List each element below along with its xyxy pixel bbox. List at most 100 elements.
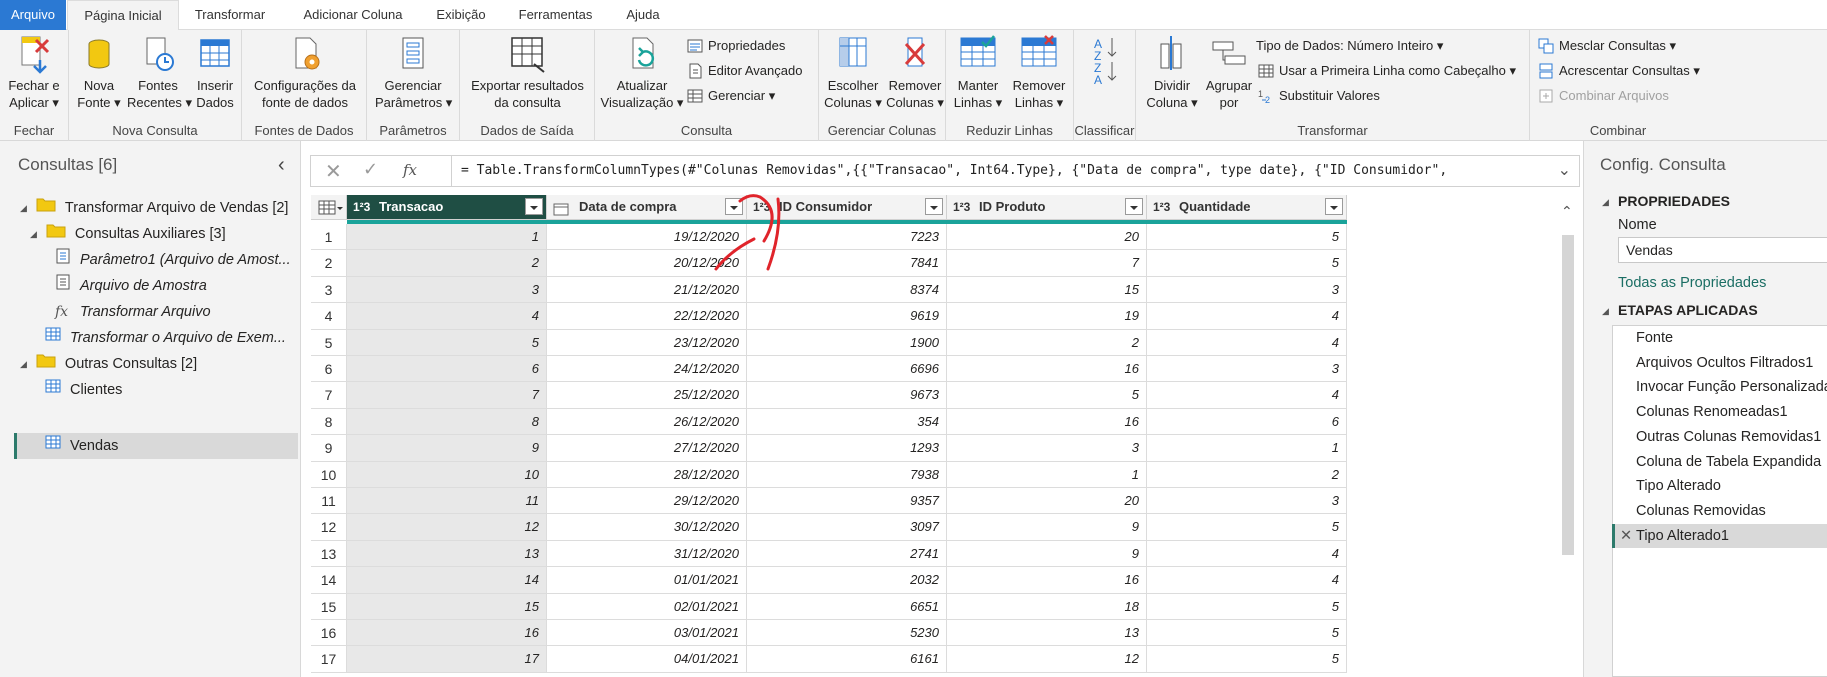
append-queries-button[interactable]: Acrescentar Consultas ▾ [1538, 60, 1700, 82]
scrollbar-thumb[interactable] [1562, 235, 1574, 555]
table-cell[interactable]: 4 [1147, 329, 1347, 356]
row-number[interactable]: 10 [311, 461, 347, 488]
table-cell[interactable]: 4 [1147, 540, 1347, 568]
table-row[interactable]: 17 17 04/01/2021 6161 12 5 [311, 646, 1347, 673]
filter-dropdown-icon[interactable] [525, 198, 543, 215]
table-cell[interactable]: 6696 [747, 356, 947, 383]
table-row[interactable]: 15 15 02/01/2021 6651 18 5 [311, 593, 1347, 620]
table-cell[interactable]: 2741 [747, 540, 947, 568]
table-cell[interactable]: 1293 [747, 435, 947, 462]
scroll-up-icon[interactable]: ⌃ [1561, 203, 1573, 220]
table-cell[interactable]: 1 [347, 224, 547, 251]
table-cell[interactable]: 354 [747, 408, 947, 436]
filter-dropdown-icon[interactable] [925, 198, 943, 215]
row-number[interactable]: 14 [311, 567, 347, 594]
table-cell[interactable]: 20 [947, 488, 1147, 515]
merge-queries-button[interactable]: Mesclar Consultas ▾ [1538, 35, 1676, 57]
row-number[interactable]: 2 [311, 250, 347, 277]
table-row[interactable]: 4 4 22/12/2020 9619 19 4 [311, 303, 1347, 330]
step-renamed-columns[interactable]: Colunas Renomeadas1 [1612, 400, 1827, 425]
table-cell[interactable]: 9619 [747, 303, 947, 330]
all-properties-link[interactable]: Todas as Propriedades [1618, 275, 1766, 291]
table-cell[interactable]: 6651 [747, 593, 947, 620]
table-cell[interactable]: 9 [347, 435, 547, 462]
remove-columns-button[interactable]: Remover Colunas ▾ [885, 34, 945, 111]
column-header-id-produto[interactable]: 1²3 ID Produto [947, 195, 1147, 220]
step-changed-type-1[interactable]: ✕ Tipo Alterado1 [1612, 523, 1827, 549]
row-number[interactable]: 16 [311, 620, 347, 647]
table-cell[interactable]: 24/12/2020 [547, 356, 747, 383]
tab-view[interactable]: Exibição [428, 0, 494, 30]
table-row[interactable]: 11 11 29/12/2020 9357 20 3 [311, 488, 1347, 515]
choose-columns-button[interactable]: Escolher Colunas ▾ [823, 34, 883, 111]
table-cell[interactable]: 16 [347, 620, 547, 647]
manage-query-button[interactable]: Gerenciar ▾ [687, 85, 775, 107]
row-number[interactable]: 7 [311, 382, 347, 409]
table-cell[interactable]: 16 [947, 408, 1147, 436]
table-row[interactable]: 2 2 20/12/2020 7841 7 5 [311, 250, 1347, 277]
table-cell[interactable]: 3097 [747, 514, 947, 541]
table-cell[interactable]: 5 [947, 382, 1147, 409]
tab-add-column[interactable]: Adicionar Coluna [290, 0, 416, 30]
step-expanded-table-column[interactable]: Coluna de Tabela Expandida [1612, 450, 1827, 475]
table-cell[interactable]: 17 [347, 646, 547, 673]
delete-step-icon[interactable]: ✕ [1620, 524, 1632, 549]
tab-transform[interactable]: Transformar [184, 0, 276, 30]
export-results-button[interactable]: Exportar resultados da consulta [464, 34, 591, 111]
tab-tools[interactable]: Ferramentas [508, 0, 603, 30]
step-removed-other-columns[interactable]: Outras Colunas Removidas1 [1612, 425, 1827, 450]
table-row[interactable]: 14 14 01/01/2021 2032 16 4 [311, 567, 1347, 594]
vertical-scrollbar[interactable]: ⌃ [1558, 195, 1578, 677]
step-changed-type[interactable]: Tipo Alterado [1612, 474, 1827, 499]
table-row[interactable]: 10 10 28/12/2020 7938 1 2 [311, 461, 1347, 488]
remove-rows-button[interactable]: Remover Linhas ▾ [1008, 34, 1070, 111]
expand-triangle-icon[interactable]: ◢ [1602, 197, 1609, 208]
table-cell[interactable]: 18 [947, 593, 1147, 620]
split-column-button[interactable]: Dividir Coluna ▾ [1144, 34, 1200, 111]
replace-values-button[interactable]: 1 2 Substituir Valores [1258, 85, 1380, 107]
table-cell[interactable]: 10 [347, 461, 547, 488]
table-cell[interactable]: 16 [947, 567, 1147, 594]
row-number[interactable]: 13 [311, 540, 347, 568]
number-type-icon[interactable]: 1²3 [1153, 195, 1170, 219]
table-cell[interactable]: 30/12/2020 [547, 514, 747, 541]
refresh-preview-button[interactable]: Atualizar Visualização ▾ [599, 34, 685, 111]
table-cell[interactable]: 11 [347, 488, 547, 515]
step-filtered-hidden-files[interactable]: Arquivos Ocultos Filtrados1 [1612, 351, 1827, 376]
table-cell[interactable]: 7 [947, 250, 1147, 277]
table-cell[interactable]: 23/12/2020 [547, 329, 747, 356]
tab-help[interactable]: Ajuda [618, 0, 668, 30]
table-cell[interactable]: 5 [347, 329, 547, 356]
table-menu-button[interactable] [311, 195, 347, 220]
tab-home[interactable]: Página Inicial [67, 0, 179, 31]
table-row[interactable]: 9 9 27/12/2020 1293 3 1 [311, 435, 1347, 462]
table-cell[interactable]: 7 [347, 382, 547, 409]
properties-button[interactable]: Propriedades [687, 35, 785, 57]
collapse-pane-icon[interactable]: ‹ [278, 154, 285, 177]
table-row[interactable]: 7 7 25/12/2020 9673 5 4 [311, 382, 1347, 409]
table-cell[interactable]: 4 [1147, 382, 1347, 409]
row-number[interactable]: 5 [311, 329, 347, 356]
step-source[interactable]: Fonte [1612, 326, 1827, 351]
query-item-vendas[interactable]: Vendas [45, 431, 118, 461]
table-cell[interactable]: 8 [347, 408, 547, 436]
table-cell[interactable]: 2 [347, 250, 547, 277]
close-apply-button[interactable]: Fechar e Aplicar ▾ [4, 34, 64, 111]
row-number[interactable]: 4 [311, 303, 347, 330]
data-source-settings-button[interactable]: Configurações da fonte de dados [252, 34, 358, 111]
table-cell[interactable]: 5230 [747, 620, 947, 647]
row-number[interactable]: 11 [311, 488, 347, 515]
table-cell[interactable]: 29/12/2020 [547, 488, 747, 515]
number-type-icon[interactable]: 1²3 [353, 195, 370, 219]
table-cell[interactable]: 22/12/2020 [547, 303, 747, 330]
table-cell[interactable]: 4 [1147, 303, 1347, 330]
table-row[interactable]: 13 13 31/12/2020 2741 9 4 [311, 540, 1347, 568]
sort-ascending-button[interactable]: AZZA [1088, 34, 1122, 87]
table-cell[interactable]: 4 [347, 303, 547, 330]
table-cell[interactable]: 9357 [747, 488, 947, 515]
table-cell[interactable]: 1 [947, 461, 1147, 488]
table-cell[interactable]: 3 [1147, 276, 1347, 304]
keep-rows-button[interactable]: Manter Linhas ▾ [950, 34, 1006, 111]
table-cell[interactable]: 13 [347, 540, 547, 568]
table-row[interactable]: 3 3 21/12/2020 8374 15 3 [311, 276, 1347, 304]
